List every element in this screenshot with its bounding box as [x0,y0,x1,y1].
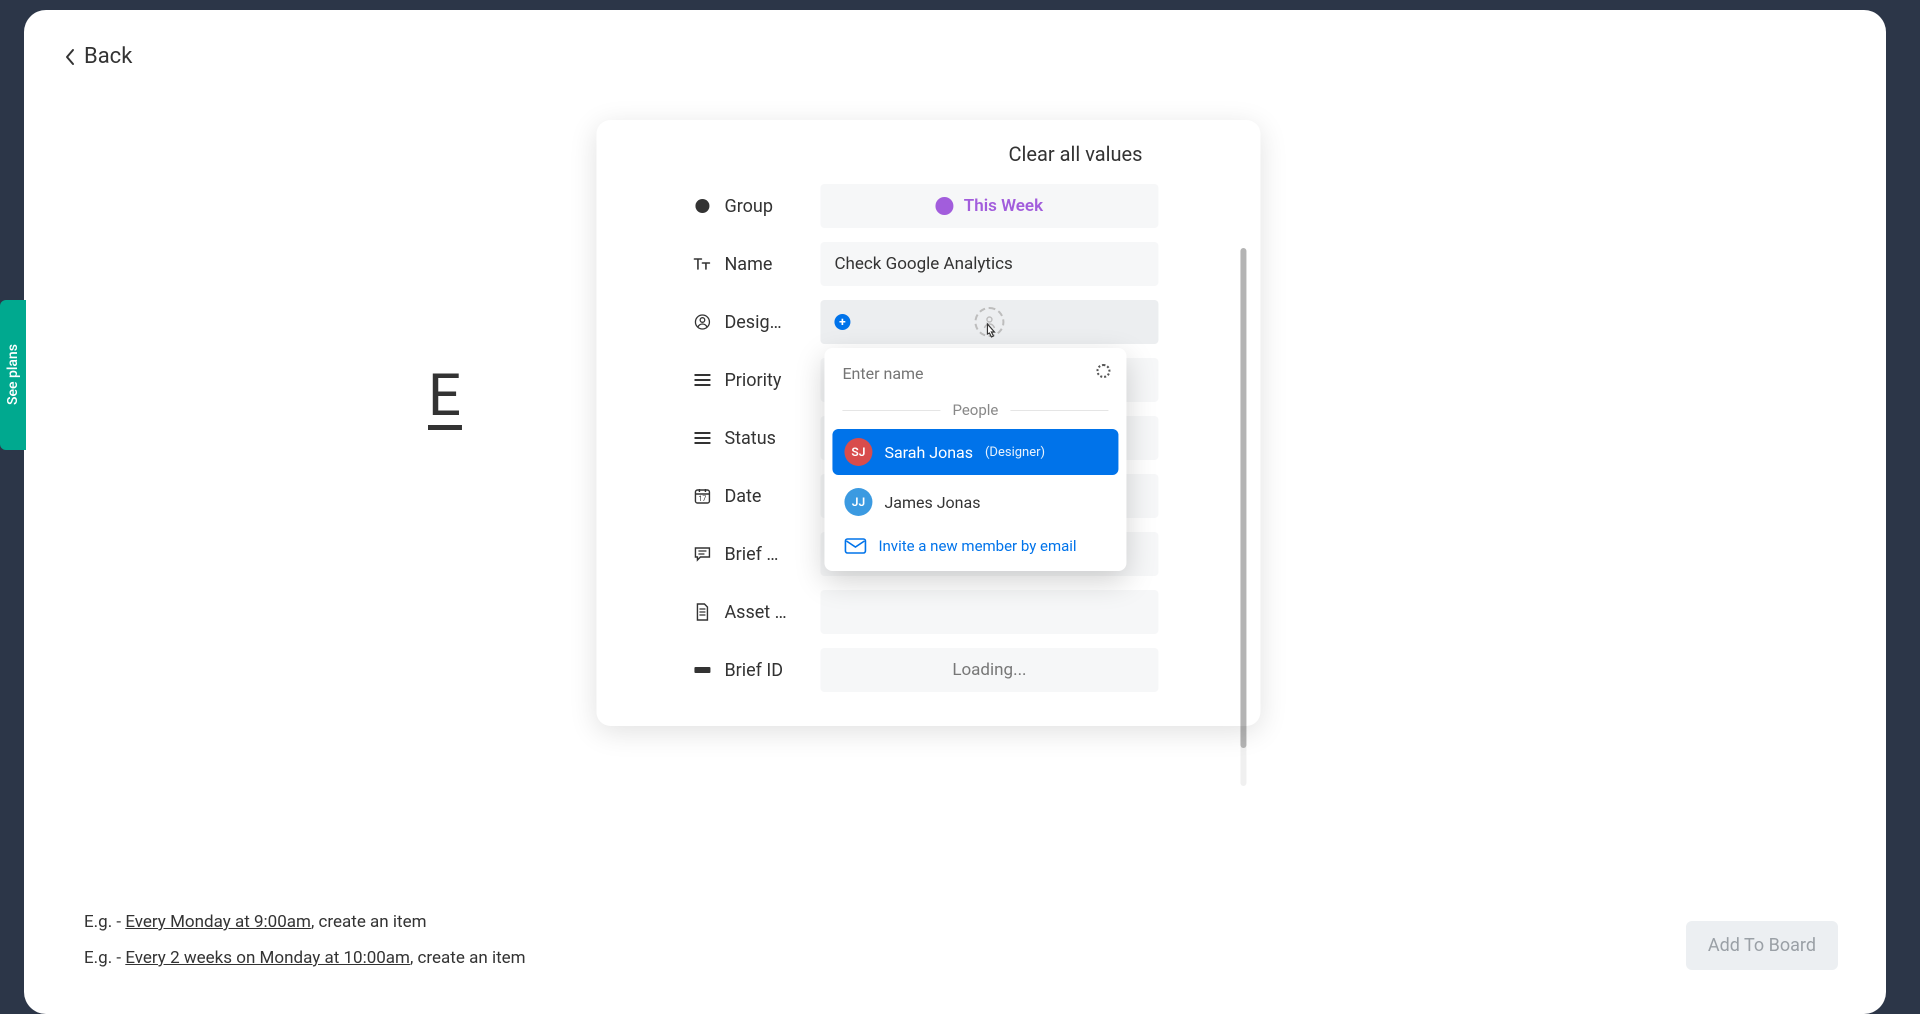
field-row-brief-id: Brief ID Loading... [620,648,1236,692]
clear-all-values-link[interactable]: Clear all values [620,142,1236,166]
field-label-designer: Desig… [620,312,820,333]
person-name: Sarah Jonas [884,443,973,462]
field-label-group: Group [620,196,820,217]
example-line-1: E.g. - Every Monday at 9:00am, create an… [84,912,526,932]
list-icon [692,431,712,445]
designer-label-text: Desig… [724,312,781,333]
person-option-james[interactable]: JJ James Jonas [832,479,1118,525]
name-label-text: Name [724,254,772,275]
field-row-name: Name Check Google Analytics [620,242,1236,286]
see-plans-tab[interactable]: See plans [0,300,26,450]
people-icon [692,313,712,331]
asset-label-text: Asset … [724,602,786,623]
field-label-status: Status [620,428,820,449]
field-label-name: Name [620,254,820,275]
name-value-text: Check Google Analytics [834,254,1012,274]
date-label-text: Date [724,486,761,507]
file-icon [692,603,712,621]
calendar-icon: 17 [692,487,712,505]
field-label-brief-id: Brief ID [620,660,820,681]
designer-value-cell[interactable]: + People [820,300,1158,344]
item-fields-card: Clear all values Group This Week [596,120,1260,726]
person-name: James Jonas [884,493,980,512]
field-label-brief: Brief … [620,544,820,565]
back-label: Back [84,44,132,69]
people-section-header: People [832,395,1118,425]
see-plans-label: See plans [5,345,21,406]
chevron-left-icon [64,48,76,66]
people-search-input[interactable] [838,358,1112,389]
field-row-designer: Desig… + [620,300,1236,344]
status-label-text: Status [724,428,775,449]
brief-id-label-text: Brief ID [724,660,783,681]
field-label-date: 17 Date [620,486,820,507]
group-value-cell[interactable]: This Week [820,184,1158,228]
field-label-asset: Asset … [620,602,820,623]
field-row-group: Group This Week [620,184,1236,228]
id-icon [692,664,712,676]
name-value-cell[interactable]: Check Google Analytics [820,242,1158,286]
example-suffix: , create an item [410,948,526,968]
group-dot-icon [692,198,712,214]
example-line-2: E.g. - Every 2 weeks on Monday at 10:00a… [84,948,526,968]
people-dropdown: People SJ Sarah Jonas (Designer) JJ Jame… [824,348,1126,571]
example-underline-text: Every Monday at 9:00am [125,912,311,932]
example-prefix: E.g. - [84,912,125,932]
background-title-left: E [428,362,462,430]
person-role: (Designer) [985,445,1045,460]
pointer-cursor-icon [980,322,998,344]
person-option-sarah[interactable]: SJ Sarah Jonas (Designer) [832,429,1118,475]
asset-value-cell[interactable] [820,590,1158,634]
example-prefix: E.g. - [84,948,125,968]
field-row-asset: Asset … [620,590,1236,634]
divider-line-right [1010,410,1108,411]
avatar: JJ [844,488,872,516]
svg-text:17: 17 [699,495,707,503]
divider-line-left [842,410,940,411]
text-icon [692,255,712,273]
priority-label-text: Priority [724,370,781,391]
field-list: Group This Week Name Check Google Analyt… [620,184,1236,692]
list-icon [692,373,712,387]
example-suffix: , create an item [311,912,427,932]
people-section-label: People [952,401,998,419]
examples-block: E.g. - Every Monday at 9:00am, create an… [84,912,526,968]
add-person-button[interactable]: + [834,314,850,330]
automation-modal: Back E n Clear all values Group This Wee… [24,10,1886,1014]
comment-icon [692,546,712,562]
brief-id-loading-text: Loading... [952,660,1026,680]
avatar: SJ [844,438,872,466]
brief-id-value-cell[interactable]: Loading... [820,648,1158,692]
field-label-priority: Priority [620,370,820,391]
brief-label-text: Brief … [724,544,778,565]
group-value-text: This Week [964,196,1043,216]
example-underline-text: Every 2 weeks on Monday at 10:00am [125,948,410,968]
scrollbar-thumb[interactable] [1240,248,1246,748]
back-button[interactable]: Back [60,38,136,75]
mail-icon [844,538,866,554]
group-label-text: Group [724,196,772,217]
people-search-row [832,358,1118,395]
group-color-dot [936,197,954,215]
invite-label: Invite a new member by email [878,537,1076,555]
add-to-board-button[interactable]: Add To Board [1686,921,1838,970]
loading-spinner-icon [1096,364,1110,378]
invite-member-link[interactable]: Invite a new member by email [832,525,1118,561]
